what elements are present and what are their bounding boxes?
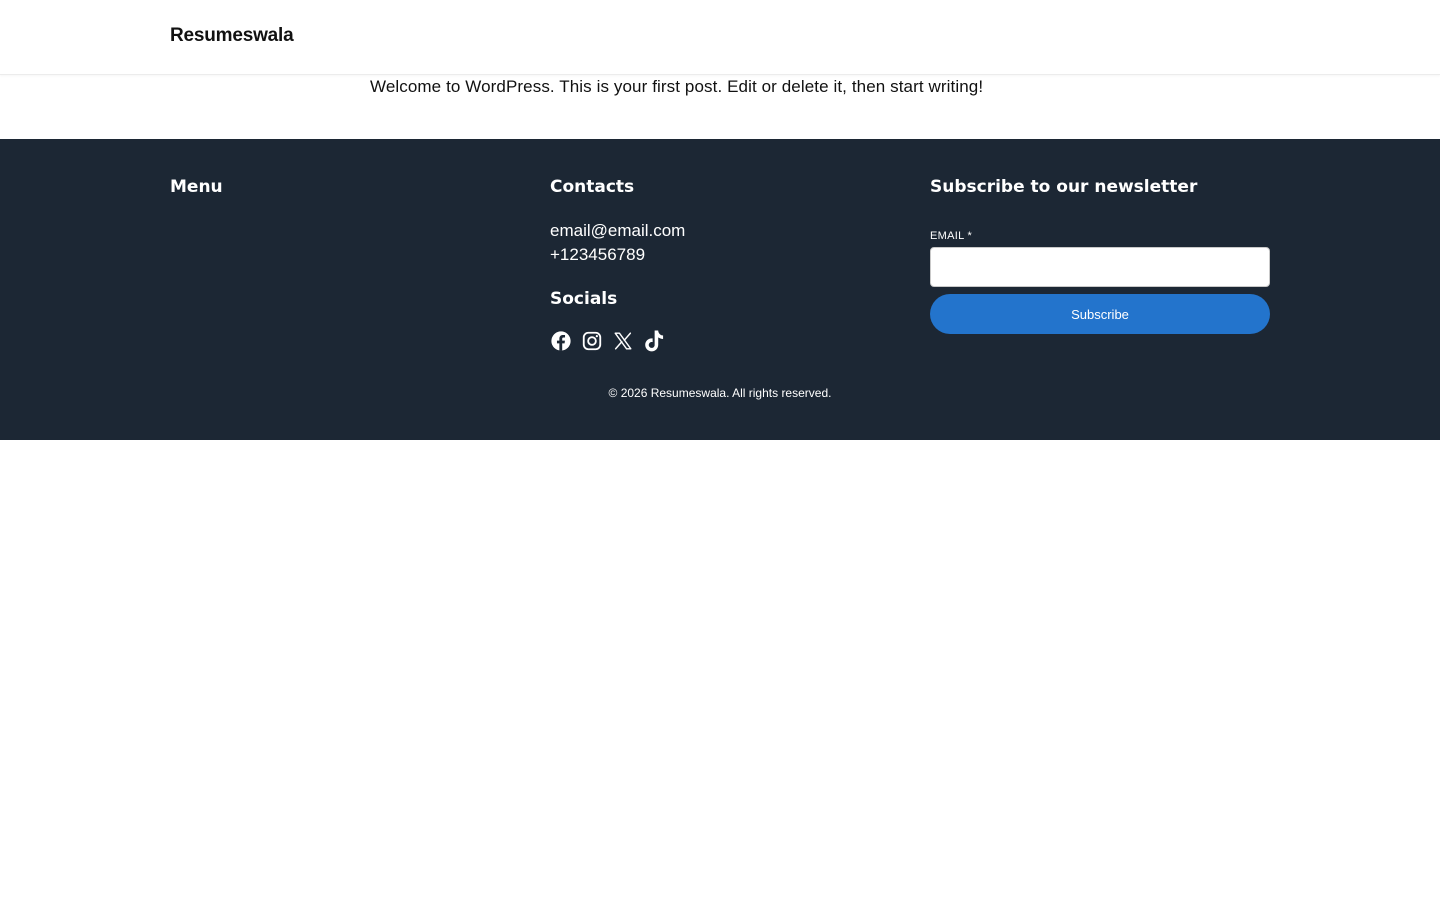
site-footer: Menu Contacts email@email.com +123456789… <box>0 139 1440 440</box>
newsletter-heading: Subscribe to our newsletter <box>930 177 1198 197</box>
site-header: Resumeswala <box>0 0 1440 75</box>
footer-contacts-column: Contacts email@email.com +123456789 Soci… <box>550 175 890 353</box>
socials-heading: Socials <box>550 289 618 309</box>
social-icons <box>550 329 890 353</box>
newsletter-email-input[interactable] <box>930 247 1270 287</box>
menu-heading: Menu <box>170 177 223 197</box>
post-area: Welcome to WordPress. This is your first… <box>0 75 1440 139</box>
x-icon[interactable] <box>612 329 634 353</box>
email-field-label: EMAIL * <box>930 230 973 242</box>
contact-phone-link[interactable]: +123456789 <box>550 243 890 267</box>
footer-menu-column: Menu <box>170 175 510 199</box>
instagram-icon[interactable] <box>581 329 603 353</box>
contact-lines: email@email.com +123456789 <box>550 219 890 267</box>
post-excerpt: Welcome to WordPress. This is your first… <box>370 77 984 96</box>
facebook-icon[interactable] <box>550 329 572 353</box>
subscribe-button[interactable]: Subscribe <box>930 294 1270 334</box>
site-title-link[interactable]: Resumeswala <box>170 25 294 47</box>
tiktok-icon[interactable] <box>643 329 665 353</box>
footer-newsletter-column: Subscribe to our newsletter EMAIL * Subs… <box>930 175 1270 334</box>
contacts-heading: Contacts <box>550 177 635 197</box>
copyright-text: © 2026 Resumeswala. All rights reserved. <box>608 386 832 400</box>
contact-email-link[interactable]: email@email.com <box>550 219 890 243</box>
